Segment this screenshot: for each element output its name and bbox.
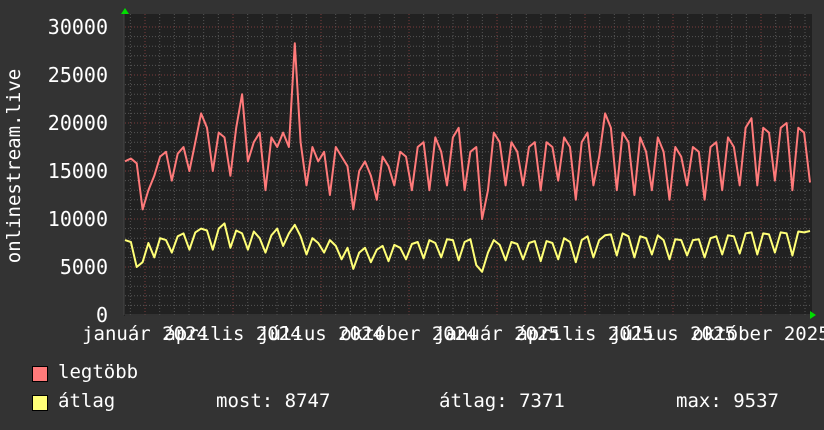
x-axis-arrow-icon	[810, 311, 816, 319]
y-tick-label: 5000	[60, 255, 108, 279]
stat-max: max: 9537	[676, 390, 779, 412]
legend-swatch-legtobb	[32, 366, 48, 382]
y-axis-arrow-icon	[121, 8, 129, 14]
stat-average: átlag: 7371	[439, 390, 565, 412]
y-axis-label: onlinestream.live	[3, 69, 25, 263]
stat-now: most: 8747	[216, 390, 331, 412]
chart-image: 0 5000 10000 15000 20000 25000 30000 január 202…	[0, 0, 824, 430]
y-tick-label: 20000	[48, 111, 108, 135]
legend-label-legtobb: legtöbb	[58, 361, 139, 383]
x-tick-label: október 2025	[692, 323, 824, 345]
legend-label-atlag: átlag	[58, 390, 116, 412]
y-tick-label: 10000	[48, 207, 108, 231]
y-tick-label: 15000	[48, 159, 108, 183]
y-tick-label: 30000	[48, 15, 108, 39]
legend-swatch-atlag	[32, 395, 48, 411]
y-tick-label: 25000	[48, 63, 108, 87]
